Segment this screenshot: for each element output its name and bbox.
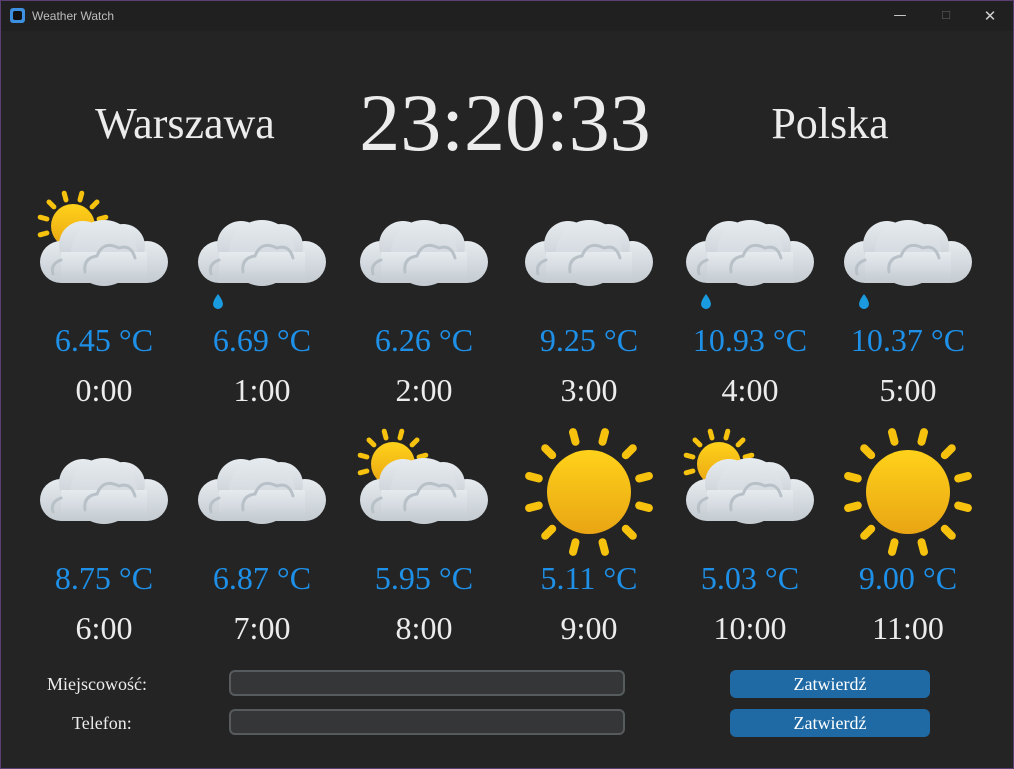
- temperature: 6.87 °C: [212, 560, 312, 596]
- maximize-button[interactable]: ☐: [923, 1, 969, 31]
- city-name: Warszawa: [95, 99, 275, 148]
- phone-input[interactable]: [229, 709, 625, 735]
- light-rain-icon: [671, 190, 829, 320]
- temperature: 6.69 °C: [212, 322, 312, 358]
- light-rain-icon: [829, 190, 987, 320]
- submit-city-button[interactable]: Zatwierdź: [730, 670, 930, 698]
- hour-label: 0:00: [75, 372, 133, 408]
- cloud-icon: [25, 428, 183, 558]
- temperature: 10.93 °C: [692, 322, 808, 358]
- forecast-cell: 10.37 °C 5:00: [829, 190, 987, 430]
- minimize-button[interactable]: —: [877, 1, 923, 31]
- window-title: Weather Watch: [32, 9, 115, 23]
- temperature: 9.00 °C: [858, 560, 958, 596]
- city-input[interactable]: [229, 670, 625, 696]
- forecast-cell: 6.26 °C 2:00: [345, 190, 503, 430]
- hour-label: 5:00: [879, 372, 937, 408]
- temperature: 9.25 °C: [539, 322, 639, 358]
- hour-label: 11:00: [872, 610, 944, 646]
- temperature: 8.75 °C: [54, 560, 154, 596]
- hour-label: 8:00: [395, 610, 453, 646]
- hour-label: 2:00: [395, 372, 453, 408]
- submit-phone-button[interactable]: Zatwierdź: [730, 709, 930, 737]
- title-bar[interactable]: Weather Watch — ☐ ✕: [1, 1, 1013, 31]
- hour-label: 1:00: [233, 372, 291, 408]
- hour-label: 10:00: [713, 610, 787, 646]
- forecast-cell: 10.93 °C 4:00: [671, 190, 829, 430]
- forecast-cell: 6.45 °C 0:00: [25, 190, 183, 430]
- forecast-cell: 5.03 °C 10:00: [671, 428, 829, 668]
- forecast-cell: 8.75 °C 6:00: [25, 428, 183, 668]
- hour-label: 7:00: [233, 610, 291, 646]
- forecast-cell: 5.95 °C 8:00: [345, 428, 503, 668]
- temperature: 10.37 °C: [850, 322, 966, 358]
- cloud-icon: [183, 428, 341, 558]
- sun-icon: [829, 428, 987, 558]
- hour-label: 6:00: [75, 610, 133, 646]
- clock: 23:20:33: [359, 77, 651, 168]
- hour-label: 9:00: [560, 610, 618, 646]
- temperature: 5.03 °C: [700, 560, 800, 596]
- cloud-icon: [345, 190, 503, 320]
- forecast-cell: 9.25 °C 3:00: [510, 190, 668, 430]
- partly-cloudy-icon: [671, 428, 829, 558]
- forecast-cell: 9.00 °C 11:00: [829, 428, 987, 668]
- temperature: 5.95 °C: [374, 560, 474, 596]
- partly-cloudy-icon: [25, 190, 183, 320]
- country-name: Polska: [771, 99, 889, 148]
- partly-cloudy-icon: [345, 428, 503, 558]
- city-field-label: Miejscowość:: [47, 674, 147, 694]
- sun-icon: [510, 428, 668, 558]
- light-rain-icon: [183, 190, 341, 320]
- cloud-icon: [510, 190, 668, 320]
- temperature: 5.11 °C: [540, 560, 638, 596]
- forecast-cell: 5.11 °C 9:00: [510, 428, 668, 668]
- forecast-cell: 6.69 °C 1:00: [183, 190, 341, 430]
- hour-label: 4:00: [721, 372, 779, 408]
- forecast-cell: 6.87 °C 7:00: [183, 428, 341, 668]
- hour-label: 3:00: [560, 372, 618, 408]
- phone-field-label: Telefon:: [72, 713, 132, 733]
- close-button[interactable]: ✕: [967, 1, 1013, 31]
- app-icon: [10, 8, 25, 23]
- temperature: 6.45 °C: [54, 322, 154, 358]
- temperature: 6.26 °C: [374, 322, 474, 358]
